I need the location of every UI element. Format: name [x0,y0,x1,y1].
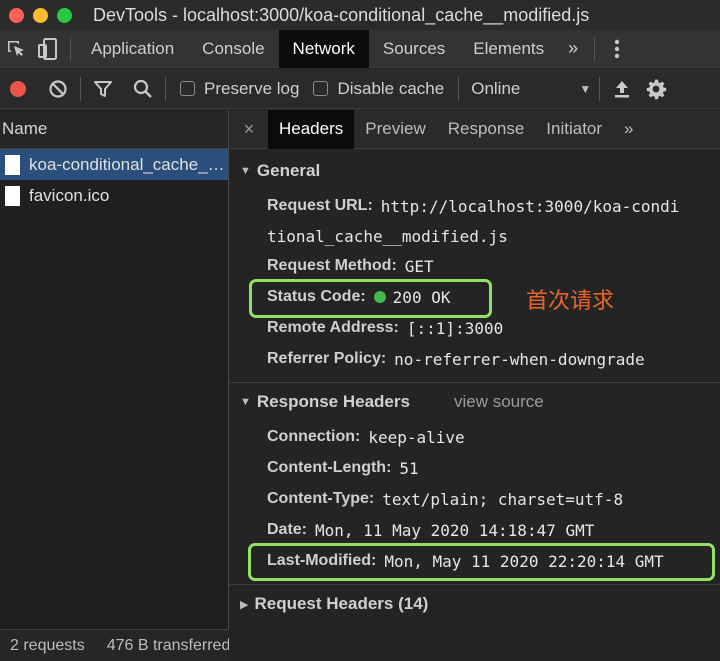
chevron-down-icon: ▼ [579,81,592,96]
general-section-header[interactable]: ▼ General [230,157,320,185]
request-url-value: http://localhost:3000/koa-condi [380,196,680,216]
window-controls [9,7,72,23]
kebab-menu-icon[interactable] [601,33,633,65]
toolbar-divider [594,36,596,61]
triangle-right-icon: ▶ [240,598,249,611]
request-headers-title: Request Headers (14) [254,594,429,613]
request-url-key: Request URL: [267,197,373,214]
inspect-element-icon[interactable] [0,33,32,65]
close-icon[interactable]: × [230,119,268,140]
connection-value: keep-alive [368,427,465,447]
toolbar-divider [165,76,166,101]
window-title-bar: DevTools - localhost:3000/koa-conditiona… [0,0,720,30]
request-list: Name koa-conditional_cache__modified.js … [0,110,229,661]
name-column-header[interactable]: Name [0,110,228,149]
tab-network[interactable]: Network [278,29,369,68]
device-toolbar-icon[interactable] [32,33,64,65]
last-modified-highlight-box [248,543,715,581]
detail-tab-bar: × Headers Preview Response Initiator » [230,110,720,149]
search-icon[interactable] [127,73,159,105]
request-name: koa-conditional_cache__modified.js [29,154,228,174]
maximize-window-button[interactable] [57,7,72,23]
first-request-annotation: 首次请求 [526,289,615,314]
request-headers-section-header[interactable]: ▶ Request Headers (14) [230,590,428,618]
preserve-log-checkbox[interactable]: Preserve log [180,79,299,99]
status-code-highlight-box [249,279,492,318]
clear-icon[interactable] [42,73,74,105]
gear-icon[interactable] [640,73,672,105]
request-name: favicon.ico [29,185,110,205]
section-divider [230,382,720,383]
connection-row: Connection: keep-alive [267,422,465,452]
network-toolbar: Preserve log Disable cache Online ▼ [0,69,720,109]
remote-address-key: Remote Address: [267,319,399,336]
content-length-value: 51 [399,458,419,478]
response-headers-section-header[interactable]: ▼ Response Headers view source [230,388,544,416]
toolbar-divider [458,76,460,101]
close-window-button[interactable] [9,7,24,23]
tab-response[interactable]: Response [437,110,536,149]
tab-initiator[interactable]: Initiator [535,110,613,149]
request-count: 2 requests [10,636,85,654]
request-url-row: Request URL: http://localhost:3000/koa-c… [267,191,679,221]
toolbar-divider [80,76,81,101]
more-tabs-button[interactable]: » [558,38,588,59]
disable-cache-checkbox[interactable]: Disable cache [313,79,444,99]
referrer-policy-row: Referrer Policy: no-referrer-when-downgr… [267,344,645,374]
content-length-row: Content-Length: 51 [267,453,419,483]
response-headers-title: Response Headers [256,392,410,411]
import-har-icon[interactable] [606,73,638,105]
disable-cache-label: Disable cache [337,78,445,98]
tab-headers[interactable]: Headers [268,110,355,149]
connection-key: Connection: [267,428,361,445]
tab-application[interactable]: Application [77,30,188,68]
minimize-window-button[interactable] [33,7,48,23]
referrer-policy-key: Referrer Policy: [267,350,387,367]
content-type-value: text/plain; charset=utf-8 [382,489,624,509]
content-length-key: Content-Length: [267,459,392,476]
more-detail-tabs-button[interactable]: » [613,110,644,149]
tab-console[interactable]: Console [188,30,278,68]
triangle-down-icon: ▼ [240,396,251,408]
request-method-key: Request Method: [267,257,397,274]
checkbox-box[interactable] [313,81,329,96]
checkbox-box[interactable] [180,81,195,96]
file-icon [5,185,20,206]
remote-address-value: [::1]:3000 [406,318,504,338]
file-icon [5,154,20,175]
tab-preview[interactable]: Preview [354,110,436,149]
toolbar-divider [599,76,601,101]
date-key: Date: [267,521,308,538]
general-title: General [256,161,321,180]
filter-icon[interactable] [87,73,119,105]
content-type-key: Content-Type: [267,490,375,507]
network-status-bar: 2 requests 476 B transferred [0,629,229,661]
main-tab-bar: Application Console Network Sources Elem… [0,29,720,68]
preserve-log-label: Preserve log [204,78,300,98]
referrer-policy-value: no-referrer-when-downgrade [394,349,645,369]
view-source-link[interactable]: view source [454,392,544,412]
throttling-select[interactable]: Online ▼ [471,79,591,99]
request-row[interactable]: koa-conditional_cache__modified.js [0,149,228,180]
content-type-row: Content-Type: text/plain; charset=utf-8 [267,484,623,514]
request-row[interactable]: favicon.ico [0,180,228,211]
date-row: Date: Mon, 11 May 2020 14:18:47 GMT [267,515,594,545]
transferred-size: 476 B transferred [106,636,229,654]
window-title: DevTools - localhost:3000/koa-conditiona… [93,4,590,25]
tab-elements[interactable]: Elements [459,30,558,68]
section-divider [230,584,720,585]
request-url-value-wrap: tional_cache__modified.js [267,226,508,246]
date-value: Mon, 11 May 2020 14:18:47 GMT [315,520,595,540]
request-url-continuation: tional_cache__modified.js [267,221,508,251]
toolbar-divider [70,36,71,61]
request-method-value: GET [404,256,434,276]
triangle-down-icon: ▼ [240,165,251,177]
record-icon[interactable] [2,73,34,105]
request-method-row: Request Method: GET [267,251,434,281]
throttling-value: Online [471,78,521,98]
tab-sources[interactable]: Sources [369,30,459,68]
